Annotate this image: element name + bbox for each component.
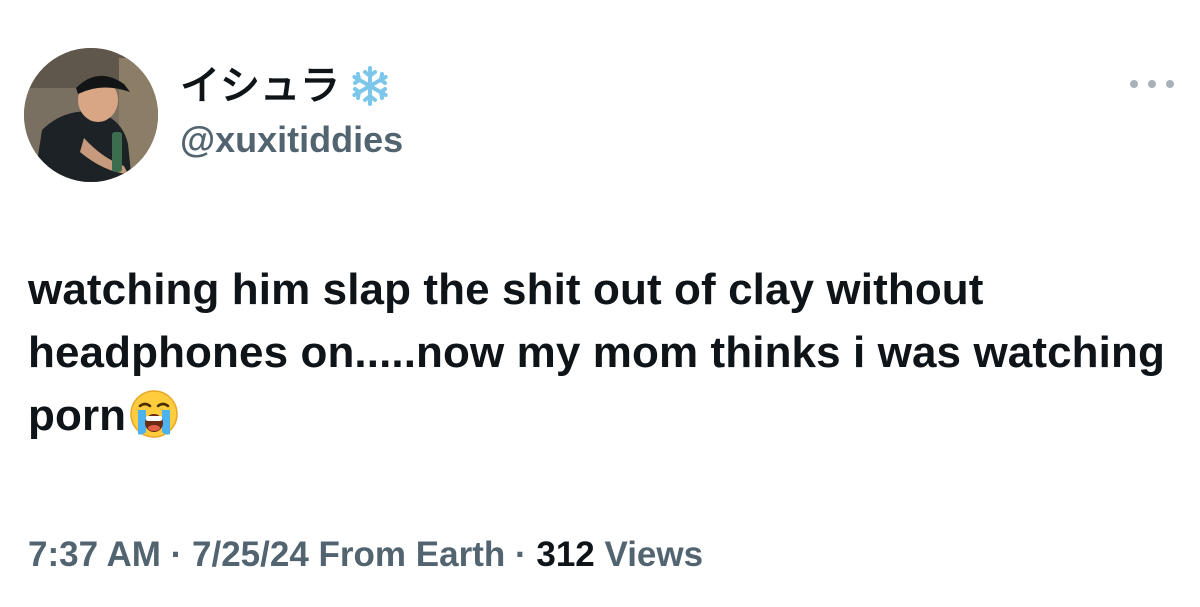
author-display-name[interactable]: イシュラ xyxy=(180,62,340,110)
views-label[interactable]: Views xyxy=(605,535,704,574)
tweet-meta: 7:37 AM · 7/25/24 From Earth · 312 Views xyxy=(28,532,703,578)
author-handle[interactable]: @xuxitiddies xyxy=(180,118,403,162)
views-count[interactable]: 312 xyxy=(536,535,594,574)
more-horizontal-icon[interactable] xyxy=(1130,72,1174,96)
loudly-crying-face-icon xyxy=(130,390,178,438)
tweet-text-content: watching him slap the shit out of clay w… xyxy=(28,265,1165,440)
more-dot xyxy=(1166,80,1174,88)
meta-separator: · xyxy=(505,535,537,574)
tweet-date[interactable]: 7/25/24 xyxy=(192,535,309,574)
more-dot xyxy=(1130,80,1138,88)
tweet-source: From Earth xyxy=(318,535,506,574)
snowflake-icon xyxy=(352,66,388,106)
author-display-name-row[interactable]: イシュラ xyxy=(180,62,392,110)
tweet-time[interactable]: 7:37 AM xyxy=(28,535,161,574)
meta-separator: · xyxy=(160,535,193,574)
tweet-text: watching him slap the shit out of clay w… xyxy=(28,258,1168,447)
more-dot xyxy=(1148,80,1156,88)
avatar[interactable] xyxy=(24,48,158,182)
